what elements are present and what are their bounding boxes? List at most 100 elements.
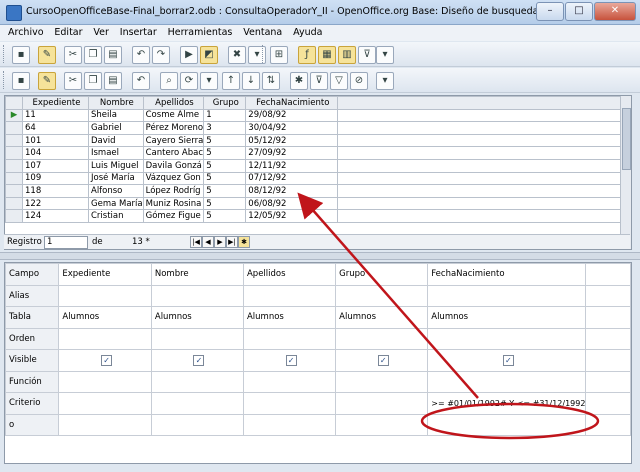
cut-icon[interactable]: ✂ xyxy=(64,46,82,64)
or-cell[interactable] xyxy=(427,413,587,436)
distinct-values-icon[interactable]: ⊽ xyxy=(358,46,376,64)
cell-nombre[interactable]: José María xyxy=(88,171,144,186)
table-row[interactable]: 122 Gema María Muniz Rosina 5 06/08/92 xyxy=(5,196,625,211)
table-row[interactable]: 107 Luis Miguel Davila Gonzá 5 12/11/92 xyxy=(5,158,625,173)
function-cell[interactable] xyxy=(427,370,587,393)
alias-cell[interactable] xyxy=(242,284,337,307)
alias-icon[interactable]: ▥ xyxy=(338,46,356,64)
last-record-icon[interactable]: ▶| xyxy=(226,236,238,248)
toolbar-grip[interactable] xyxy=(3,45,7,63)
row-header[interactable] xyxy=(5,171,23,186)
row-header[interactable] xyxy=(5,158,23,173)
redo-icon[interactable]: ↷ xyxy=(152,46,170,64)
clear-query-icon[interactable]: ✖ xyxy=(228,46,246,64)
or-cell[interactable] xyxy=(585,413,631,436)
close-button[interactable]: ✕ xyxy=(594,2,636,21)
cell-fechanacimiento[interactable]: 27/09/92 xyxy=(245,146,339,160)
toolbar-grip[interactable] xyxy=(262,45,266,63)
cell-grupo[interactable]: 1 xyxy=(203,108,247,123)
cell-fechanacimiento[interactable]: 30/04/92 xyxy=(245,121,339,135)
table-row[interactable]: 109 José María Vázquez Gon 5 07/12/92 xyxy=(5,171,625,186)
order-cell[interactable] xyxy=(150,327,244,350)
sort-ascending-icon[interactable]: ↑ xyxy=(222,72,240,90)
pane-splitter[interactable] xyxy=(0,252,640,260)
cell-nombre[interactable]: Cristian xyxy=(88,209,144,223)
cell-fechanacimiento[interactable]: 07/12/92 xyxy=(245,171,339,186)
first-record-icon[interactable]: |◀ xyxy=(190,236,202,248)
table-cell[interactable]: Alumnos xyxy=(58,306,152,329)
alias-cell[interactable] xyxy=(585,284,631,307)
edit-data-icon[interactable]: ✎ xyxy=(38,72,56,90)
cell-fechanacimiento[interactable]: 06/08/92 xyxy=(245,196,339,211)
apply-filter-icon[interactable]: ⊽ xyxy=(310,72,328,90)
menu-ventana[interactable]: Ventana xyxy=(243,25,282,41)
save-icon[interactable]: ▪ xyxy=(12,46,30,64)
order-cell[interactable] xyxy=(58,327,152,350)
function-cell[interactable] xyxy=(585,370,631,393)
cell-apellidos[interactable]: Davila Gonzá xyxy=(142,158,205,173)
column-header-expediente[interactable]: Expediente xyxy=(22,96,89,110)
alias-cell[interactable] xyxy=(427,284,587,307)
table-cell[interactable]: Alumnos xyxy=(150,306,244,329)
maximize-button[interactable]: □ xyxy=(565,2,593,21)
menu-editar[interactable]: Editar xyxy=(54,25,82,41)
alias-cell[interactable] xyxy=(150,284,244,307)
or-cell[interactable] xyxy=(335,413,429,436)
cell-fechanacimiento[interactable]: 08/12/92 xyxy=(245,184,339,198)
row-header[interactable] xyxy=(5,146,23,160)
row-header[interactable] xyxy=(5,184,23,198)
minimize-button[interactable]: – xyxy=(536,2,564,21)
cell-nombre[interactable]: Ismael xyxy=(88,146,144,160)
table-cell[interactable]: Alumnos xyxy=(427,306,587,329)
cell-expediente[interactable]: 118 xyxy=(22,184,89,198)
row-header[interactable] xyxy=(5,209,23,223)
alias-cell[interactable] xyxy=(58,284,152,307)
field-cell[interactable]: FechaNacimiento xyxy=(427,263,587,286)
order-cell[interactable] xyxy=(585,327,631,350)
row-header[interactable] xyxy=(5,133,23,148)
field-cell[interactable]: Grupo xyxy=(335,263,429,286)
field-cell[interactable]: Apellidos xyxy=(242,263,337,286)
table-cell[interactable] xyxy=(585,306,631,329)
row-header[interactable] xyxy=(5,121,23,135)
cell-nombre[interactable]: Gabriel xyxy=(88,121,144,135)
table-row[interactable]: 104 Ismael Cantero Abac 5 27/09/92 xyxy=(5,146,625,160)
autofilter-icon[interactable]: ✱ xyxy=(290,72,308,90)
column-header-nombre[interactable]: Nombre xyxy=(88,96,144,110)
table-row[interactable]: 101 David Cayero Sierra 5 05/12/92 xyxy=(5,133,625,148)
or-cell[interactable] xyxy=(242,413,337,436)
cell-nombre[interactable]: Alfonso xyxy=(88,184,144,198)
field-cell[interactable]: Expediente xyxy=(58,263,152,286)
order-cell[interactable] xyxy=(427,327,587,350)
find-record-icon[interactable]: ⌕ xyxy=(160,72,178,90)
cell-fechanacimiento[interactable]: 05/12/92 xyxy=(245,133,339,148)
sort-descending-icon[interactable]: ↓ xyxy=(242,72,260,90)
criteria-cell[interactable] xyxy=(150,392,244,415)
cell-apellidos[interactable]: Cayero Sierra xyxy=(142,133,205,148)
function-cell[interactable] xyxy=(335,370,429,393)
menu-archivo[interactable]: Archivo xyxy=(8,25,44,41)
table-row[interactable]: ▶ 11 Sheila Cosme Alme 1 29/08/92 xyxy=(5,108,625,123)
table-name-icon[interactable]: ▦ xyxy=(318,46,336,64)
column-header-grupo[interactable]: Grupo xyxy=(203,96,247,110)
cell-fechanacimiento[interactable]: 29/08/92 xyxy=(245,108,339,123)
column-header-apellidos[interactable]: Apellidos xyxy=(142,96,205,110)
cell-apellidos[interactable]: Vázquez Gon xyxy=(142,171,205,186)
cell-apellidos[interactable]: Pérez Moreno xyxy=(142,121,205,135)
cell-nombre[interactable]: David xyxy=(88,133,144,148)
cell-expediente[interactable]: 122 xyxy=(22,196,89,211)
criteria-cell[interactable] xyxy=(335,392,429,415)
record-number-field[interactable]: 1 xyxy=(44,236,88,249)
scrollbar-thumb[interactable] xyxy=(622,108,631,170)
undo-icon[interactable]: ↶ xyxy=(132,72,150,90)
results-vertical-scrollbar[interactable] xyxy=(620,96,631,249)
toolbar-options-icon[interactable]: ▾ xyxy=(376,46,394,64)
cell-expediente[interactable]: 101 xyxy=(22,133,89,148)
or-cell[interactable] xyxy=(150,413,244,436)
cell-grupo[interactable]: 3 xyxy=(203,121,247,135)
table-row[interactable]: 118 Alfonso López Rodríg 5 08/12/92 xyxy=(5,184,625,198)
refresh-dropdown-icon[interactable]: ▾ xyxy=(200,72,218,90)
visible-checkbox[interactable]: ✓ xyxy=(502,354,514,366)
empty-field-cell[interactable] xyxy=(585,263,631,286)
cell-grupo[interactable]: 5 xyxy=(203,171,247,186)
